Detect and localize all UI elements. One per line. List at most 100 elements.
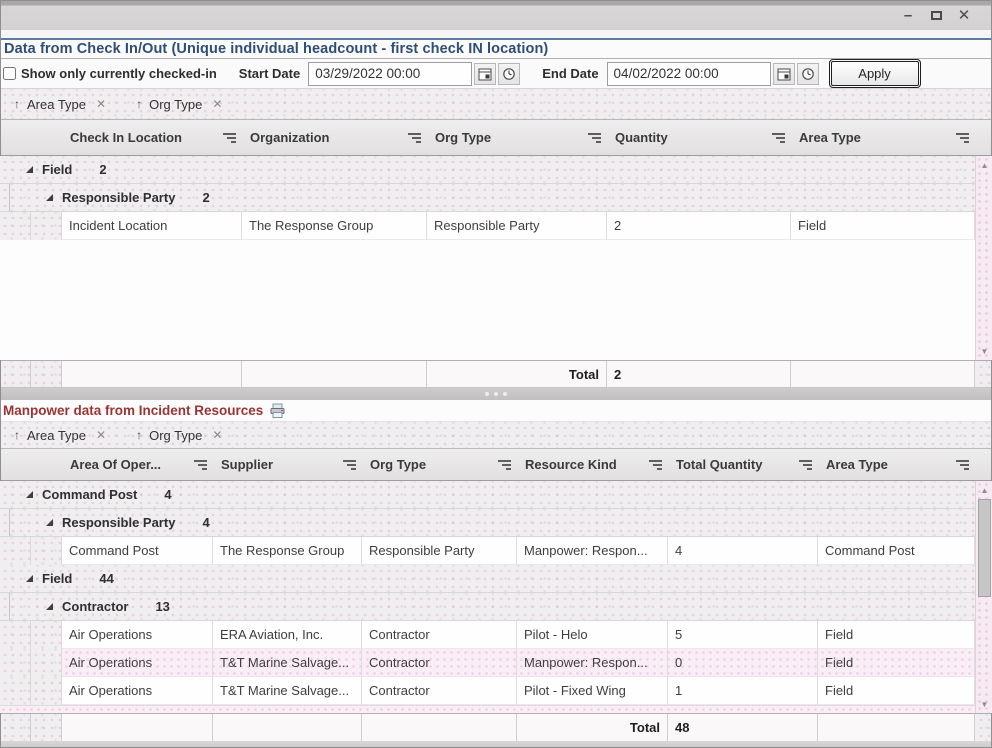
table-row[interactable]: Air Operations T&T Marine Salvage... Con… (0, 677, 975, 705)
calendar-icon (478, 67, 492, 81)
column-header-area-of-operations[interactable]: Area Of Oper... (62, 449, 213, 480)
panel2-vertical-scrollbar[interactable]: ▲ ▼ (975, 481, 992, 713)
close-button[interactable]: ✕ (950, 4, 978, 26)
header-indent (0, 120, 62, 155)
panel1-title-band: Data from Check In/Out (Unique individua… (0, 38, 992, 59)
row-indent (31, 537, 62, 565)
window-bottom-edge (0, 741, 992, 748)
cell-area-type: Field (818, 677, 975, 705)
groupby-chip-area-type[interactable]: ↑ Area Type ✕ (14, 428, 106, 443)
filter-icon[interactable] (648, 460, 662, 470)
filter-icon[interactable] (193, 460, 207, 470)
group-row-field[interactable]: Field 44 (0, 565, 975, 593)
cell-total-quantity: 4 (668, 537, 818, 565)
scroll-up-icon[interactable]: ▲ (976, 158, 992, 172)
column-header-resource-kind[interactable]: Resource Kind (517, 449, 668, 480)
cell-supplier: The Response Group (213, 537, 362, 565)
cell-quantity: 2 (607, 212, 791, 240)
collapse-icon[interactable] (26, 575, 33, 582)
scroll-up-icon[interactable]: ▲ (976, 483, 992, 497)
end-date-time-button[interactable] (797, 63, 819, 85)
scroll-down-icon[interactable]: ▼ (976, 697, 992, 711)
panel-splitter[interactable] (0, 388, 992, 400)
total-indent (31, 714, 62, 741)
group-row-contractor[interactable]: Contractor 13 (0, 593, 975, 621)
total-indent (0, 361, 31, 387)
collapse-icon[interactable] (26, 166, 33, 173)
row-indent (0, 649, 31, 677)
group-row-responsible-party[interactable]: Responsible Party 4 (0, 509, 975, 537)
scroll-down-icon[interactable]: ▼ (976, 344, 992, 358)
filter-icon[interactable] (342, 460, 356, 470)
filter-icon[interactable] (587, 133, 601, 143)
table-row[interactable]: Air Operations ERA Aviation, Inc. Contra… (0, 621, 975, 649)
sort-asc-icon: ↑ (136, 97, 142, 111)
end-date-calendar-button[interactable] (773, 63, 795, 85)
checked-in-checkbox[interactable] (3, 67, 16, 80)
chip-label: Area Type (27, 97, 86, 112)
column-header-area-type[interactable]: Area Type (791, 120, 975, 155)
column-header-area-type[interactable]: Area Type (818, 449, 975, 480)
table-row[interactable]: Incident Location The Response Group Res… (0, 212, 975, 240)
group-row-field[interactable]: Field 2 (0, 156, 975, 184)
row-indent (0, 212, 31, 240)
start-date-input[interactable] (308, 62, 472, 86)
maximize-button[interactable] (922, 4, 950, 26)
chip-remove-icon[interactable]: ✕ (96, 428, 106, 442)
end-date-input[interactable] (607, 62, 771, 86)
table-row[interactable]: Command Post The Response Group Responsi… (0, 537, 975, 565)
group-row-responsible-party[interactable]: Responsible Party 2 (0, 184, 975, 212)
total-label: Total (427, 361, 607, 387)
total-indent (0, 714, 31, 741)
collapse-icon[interactable] (26, 491, 33, 498)
chip-remove-icon[interactable]: ✕ (212, 97, 222, 111)
application-window: – ✕ Data from Check In/Out (Unique indiv… (0, 0, 992, 748)
column-header-org-type[interactable]: Org Type (362, 449, 517, 480)
filter-icon[interactable] (771, 133, 785, 143)
collapse-icon[interactable] (46, 519, 53, 526)
panel1-title: Data from Check In/Out (Unique individua… (4, 41, 548, 57)
maximize-icon (931, 11, 942, 20)
filter-icon[interactable] (955, 133, 969, 143)
column-header-total-quantity[interactable]: Total Quantity (668, 449, 818, 480)
groupby-chip-org-type[interactable]: ↑ Org Type ✕ (136, 97, 222, 112)
filter-icon[interactable] (222, 133, 236, 143)
filter-icon[interactable] (407, 133, 421, 143)
panel2-groupby-bar: ↑ Area Type ✕ ↑ Org Type ✕ (0, 421, 992, 449)
column-header-supplier[interactable]: Supplier (213, 449, 362, 480)
cell-supplier: T&T Marine Salvage... (213, 677, 362, 705)
table-row[interactable]: Air Operations T&T Marine Salvage... Con… (0, 649, 975, 677)
scrollbar-thumb[interactable] (978, 499, 991, 597)
cell-area-of-operations: Air Operations (62, 649, 213, 677)
collapse-icon[interactable] (46, 603, 53, 610)
groupby-chip-area-type[interactable]: ↑ Area Type ✕ (14, 97, 106, 112)
panel1-vertical-scrollbar[interactable]: ▲ ▼ (975, 156, 992, 360)
groupby-chip-org-type[interactable]: ↑ Org Type ✕ (136, 428, 222, 443)
start-date-calendar-button[interactable] (474, 63, 496, 85)
cell-area-of-operations: Air Operations (62, 677, 213, 705)
total-indent (31, 361, 62, 387)
cell-check-in-location: Incident Location (62, 212, 242, 240)
print-button[interactable] (269, 403, 286, 419)
chip-remove-icon[interactable]: ✕ (96, 97, 106, 111)
sort-asc-icon: ↑ (14, 428, 20, 442)
panel1-grid-body: Field 2 Responsible Party 2 Incident Loc… (0, 156, 992, 360)
apply-button[interactable]: Apply (831, 61, 919, 86)
column-header-quantity[interactable]: Quantity (607, 120, 791, 155)
minimize-button[interactable]: – (894, 4, 922, 26)
filter-icon[interactable] (497, 460, 511, 470)
clock-icon (801, 67, 815, 81)
column-header-organization[interactable]: Organization (242, 120, 427, 155)
start-date-time-button[interactable] (498, 63, 520, 85)
filter-icon[interactable] (955, 460, 969, 470)
total-value: 48 (668, 714, 818, 741)
chip-remove-icon[interactable]: ✕ (212, 428, 222, 442)
collapse-icon[interactable] (46, 194, 53, 201)
cell-area-of-operations: Air Operations (62, 621, 213, 649)
column-header-org-type[interactable]: Org Type (427, 120, 607, 155)
column-header-check-in-location[interactable]: Check In Location (62, 120, 242, 155)
filter-icon[interactable] (798, 460, 812, 470)
cell-resource-kind: Manpower: Respon... (517, 537, 668, 565)
cell-area-type: Field (818, 649, 975, 677)
group-row-command-post[interactable]: Command Post 4 (0, 481, 975, 509)
